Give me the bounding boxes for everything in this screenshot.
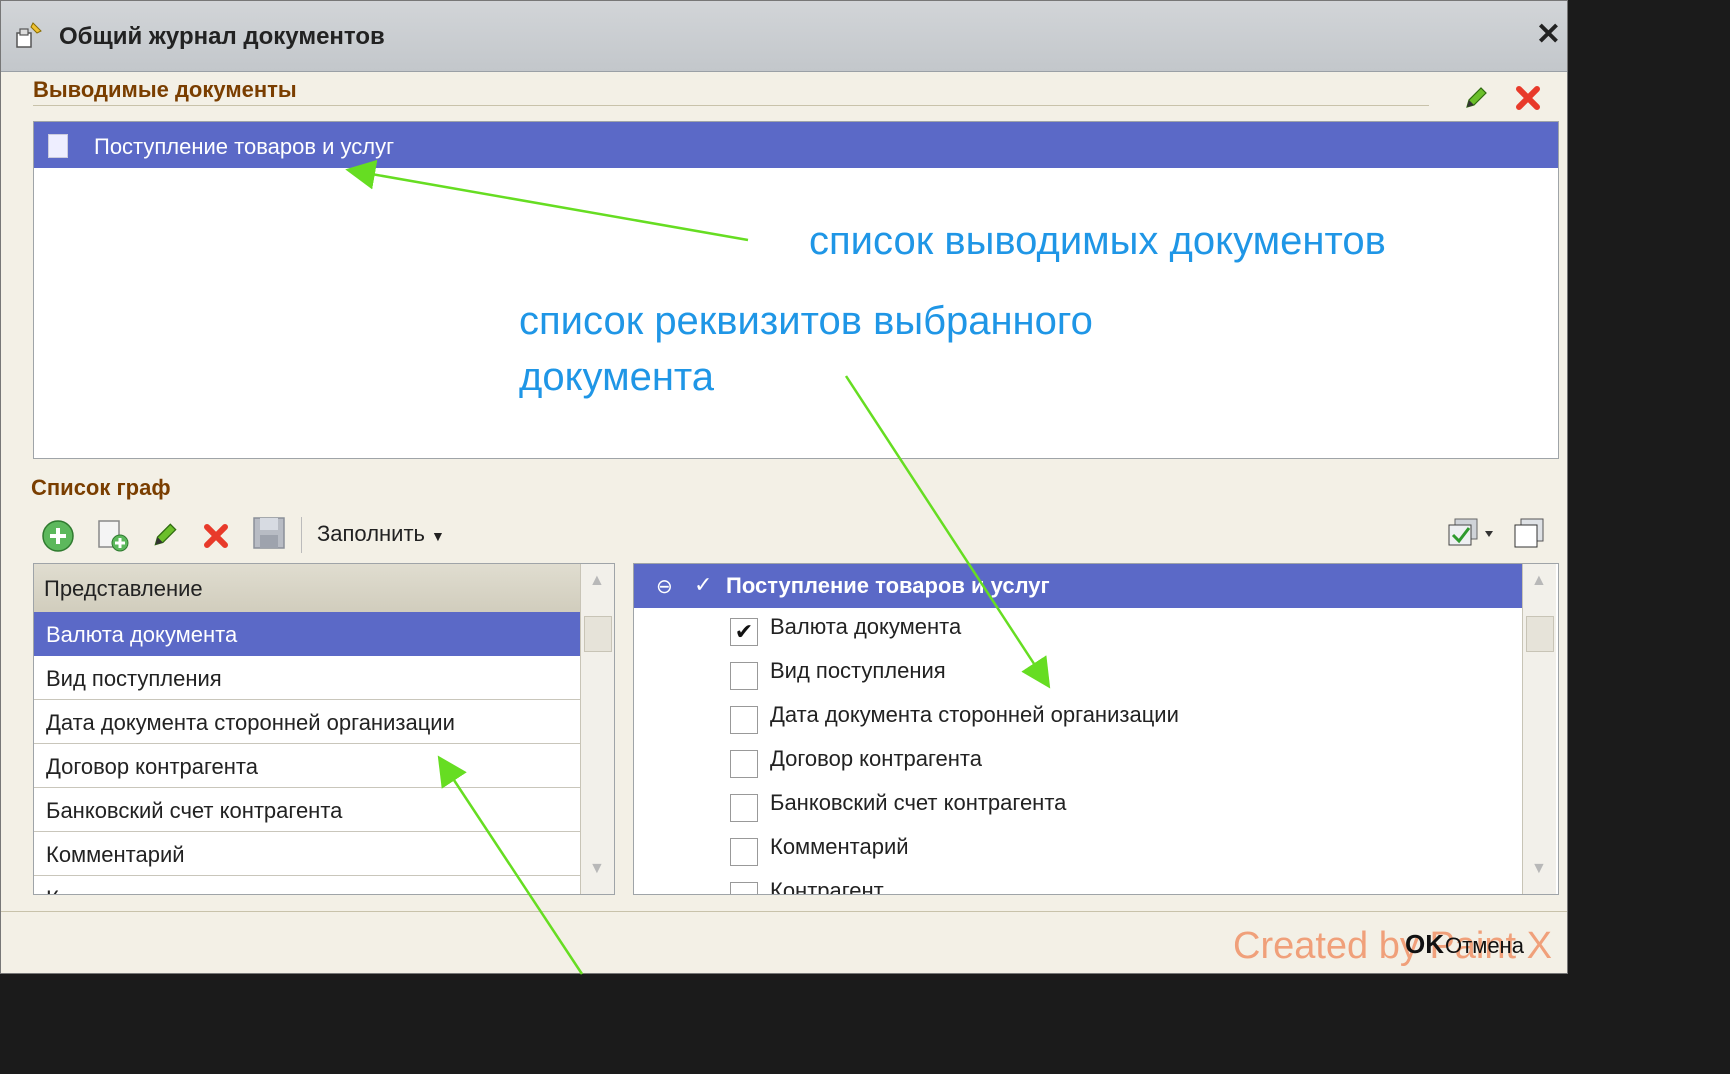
table-row[interactable]: Комментарий: [34, 832, 580, 876]
annotation-attr-list-line1: список реквизитов выбранного: [519, 299, 1093, 343]
collapse-icon[interactable]: ⊖: [656, 574, 673, 599]
check-all-dropdown-icon[interactable]: [1445, 515, 1497, 551]
footer-divider: [1, 911, 1567, 912]
table-row[interactable]: Дата документа сторонней организации: [34, 700, 580, 744]
annotation-doc-list: список выводимых документов: [809, 219, 1386, 263]
checkbox[interactable]: ✔: [730, 618, 758, 646]
table-row[interactable]: Контрагент: [34, 876, 580, 894]
cell-label: Банковский счет контрагента: [46, 798, 343, 823]
column-header-label: Представление: [44, 576, 203, 601]
fill-dropdown-button[interactable]: Заполнить ▼: [317, 521, 445, 547]
columns-table[interactable]: Представление Валюта документа Вид посту…: [33, 563, 615, 895]
scroll-up-icon[interactable]: ▲: [589, 572, 605, 590]
tree-item-label: Валюта документа: [770, 614, 962, 639]
delete-icon[interactable]: [201, 521, 231, 551]
uncheck-all-icon[interactable]: [1511, 515, 1547, 551]
table-row[interactable]: Договор контрагента: [34, 744, 580, 788]
column-header-representation[interactable]: Представление: [34, 564, 580, 613]
cell-label: Контрагент: [46, 886, 160, 894]
fill-label: Заполнить: [317, 521, 426, 546]
checkbox[interactable]: [730, 750, 758, 778]
checkbox[interactable]: [730, 838, 758, 866]
cell-label: Комментарий: [46, 842, 185, 867]
cell-label: Договор контрагента: [46, 754, 258, 779]
checkbox[interactable]: [730, 706, 758, 734]
close-button[interactable]: ✕: [1536, 17, 1561, 52]
scroll-up-icon[interactable]: ▲: [1531, 572, 1547, 590]
tree-root-node[interactable]: ⊖ ✓ Поступление товаров и услуг: [634, 564, 1522, 608]
document-row[interactable]: Поступление товаров и услуг: [34, 122, 1558, 168]
checkbox[interactable]: [730, 882, 758, 894]
title-bar[interactable]: Общий журнал документов ✕: [1, 1, 1567, 72]
ok-button[interactable]: OK: [1405, 929, 1444, 960]
edit-pencil-icon[interactable]: [149, 519, 181, 551]
table-row[interactable]: Банковский счет контрагента: [34, 788, 580, 832]
window-title: Общий журнал документов: [59, 23, 385, 50]
attributes-tree[interactable]: ⊖ ✓ Поступление товаров и услуг ✔ Валюта…: [633, 563, 1559, 895]
chevron-down-icon: ▼: [431, 528, 445, 544]
section-divider: [33, 105, 1429, 106]
checkbox[interactable]: [730, 794, 758, 822]
cell-label: Валюта документа: [46, 622, 238, 647]
journal-dialog: Общий журнал документов ✕ Выводимые доку…: [0, 0, 1568, 974]
tree-item-label: Комментарий: [770, 834, 909, 859]
scroll-thumb[interactable]: [1526, 616, 1554, 652]
scroll-down-icon[interactable]: ▼: [589, 860, 605, 878]
table-row[interactable]: Вид поступления: [34, 656, 580, 700]
tree-item-label: Контрагент: [770, 878, 884, 895]
scroll-thumb[interactable]: [584, 616, 612, 652]
documents-section-header: Выводимые документы: [33, 77, 297, 102]
cancel-button[interactable]: Отмена: [1445, 933, 1524, 959]
document-icon: [48, 134, 68, 158]
check-mark-icon: ✓: [694, 572, 713, 597]
tree-item-label: Договор контрагента: [770, 746, 982, 771]
documents-list[interactable]: Поступление товаров и услуг: [33, 121, 1559, 459]
tree-root-label: Поступление товаров и услуг: [726, 573, 1050, 598]
cell-label: Дата документа сторонней организации: [46, 710, 455, 735]
toolbar-separator: [301, 517, 302, 553]
cell-label: Вид поступления: [46, 666, 222, 691]
edit-pencil-icon[interactable]: [1461, 83, 1491, 113]
table-row[interactable]: Валюта документа: [34, 612, 580, 656]
scroll-down-icon[interactable]: ▼: [1531, 860, 1547, 878]
copy-add-icon[interactable]: [95, 517, 131, 553]
table-scrollbar[interactable]: ▲ ▼: [580, 564, 614, 894]
annotation-attr-list-line2: документа: [519, 355, 715, 399]
tree-item-label: Вид поступления: [770, 658, 946, 683]
document-label: Поступление товаров и услуг: [94, 134, 395, 159]
add-icon[interactable]: [41, 519, 75, 553]
checkbox[interactable]: [730, 662, 758, 690]
delete-icon[interactable]: [1513, 83, 1543, 113]
save-icon[interactable]: [251, 515, 287, 551]
tree-scrollbar[interactable]: ▲ ▼: [1522, 564, 1556, 894]
journal-edit-icon: [16, 22, 42, 48]
tree-item-label: Дата документа сторонней организации: [770, 702, 1179, 727]
tree-item-label: Банковский счет контрагента: [770, 790, 1067, 815]
columns-section-header: Список граф: [31, 475, 171, 500]
